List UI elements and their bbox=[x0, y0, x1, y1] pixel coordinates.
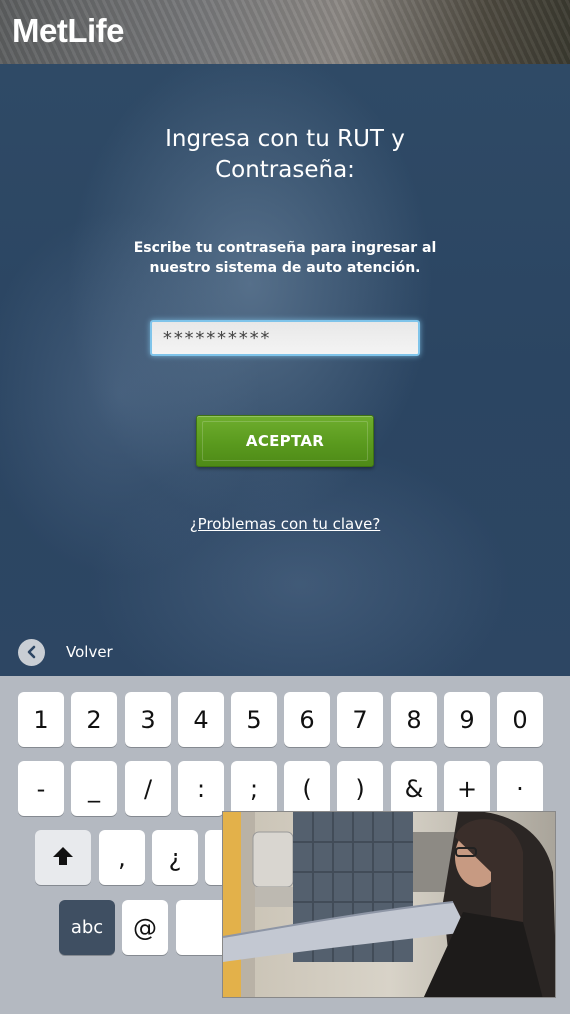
instructions-line-2: nuestro sistema de auto atención. bbox=[149, 260, 421, 276]
key[interactable]: · bbox=[497, 761, 543, 816]
key[interactable]: 3 bbox=[125, 692, 171, 747]
key[interactable]: 5 bbox=[231, 692, 277, 747]
key[interactable]: : bbox=[178, 761, 224, 816]
key[interactable]: 6 bbox=[284, 692, 330, 747]
key[interactable]: + bbox=[444, 761, 490, 816]
key[interactable]: & bbox=[391, 761, 437, 816]
video-overlay bbox=[222, 811, 556, 998]
back-button[interactable]: Volver bbox=[18, 638, 113, 666]
key[interactable]: 0 bbox=[497, 692, 543, 747]
key[interactable]: 4 bbox=[178, 692, 224, 747]
key[interactable]: ( bbox=[284, 761, 330, 816]
password-problems-link[interactable]: ¿Problemas con tu clave? bbox=[0, 515, 570, 533]
key[interactable]: ; bbox=[231, 761, 277, 816]
key[interactable]: _ bbox=[71, 761, 117, 816]
key[interactable]: @ bbox=[122, 900, 168, 955]
key[interactable]: 2 bbox=[71, 692, 117, 747]
chevron-left-icon bbox=[18, 638, 45, 666]
abc-key[interactable]: abc bbox=[59, 900, 115, 955]
key[interactable]: ) bbox=[337, 761, 383, 816]
title-line-1: Ingresa con tu RUT y bbox=[165, 126, 405, 152]
video-frame-image bbox=[223, 812, 555, 997]
app-header: MetLife bbox=[0, 0, 570, 64]
page-title: Ingresa con tu RUT y Contraseña: bbox=[0, 124, 570, 186]
password-field[interactable] bbox=[150, 320, 420, 356]
key[interactable]: - bbox=[18, 761, 64, 816]
accept-button[interactable]: ACEPTAR bbox=[196, 415, 374, 467]
key[interactable]: / bbox=[125, 761, 171, 816]
metlife-logo: MetLife bbox=[12, 12, 125, 49]
key[interactable]: 9 bbox=[444, 692, 490, 747]
back-label: Volver bbox=[66, 643, 113, 661]
key[interactable]: ¿ bbox=[152, 830, 198, 885]
title-line-2: Contraseña: bbox=[215, 157, 355, 183]
instructions-line-1: Escribe tu contraseña para ingresar al bbox=[133, 240, 437, 256]
key[interactable]: 7 bbox=[337, 692, 383, 747]
key[interactable]: , bbox=[99, 830, 145, 885]
accept-button-border bbox=[202, 421, 368, 461]
shift-key[interactable] bbox=[35, 830, 91, 885]
login-panel: Ingresa con tu RUT y Contraseña: Escribe… bbox=[0, 64, 570, 676]
instructions-text: Escribe tu contraseña para ingresar al n… bbox=[100, 238, 470, 278]
key[interactable]: 1 bbox=[18, 692, 64, 747]
shift-arrow-icon bbox=[52, 844, 74, 872]
key[interactable]: 8 bbox=[391, 692, 437, 747]
